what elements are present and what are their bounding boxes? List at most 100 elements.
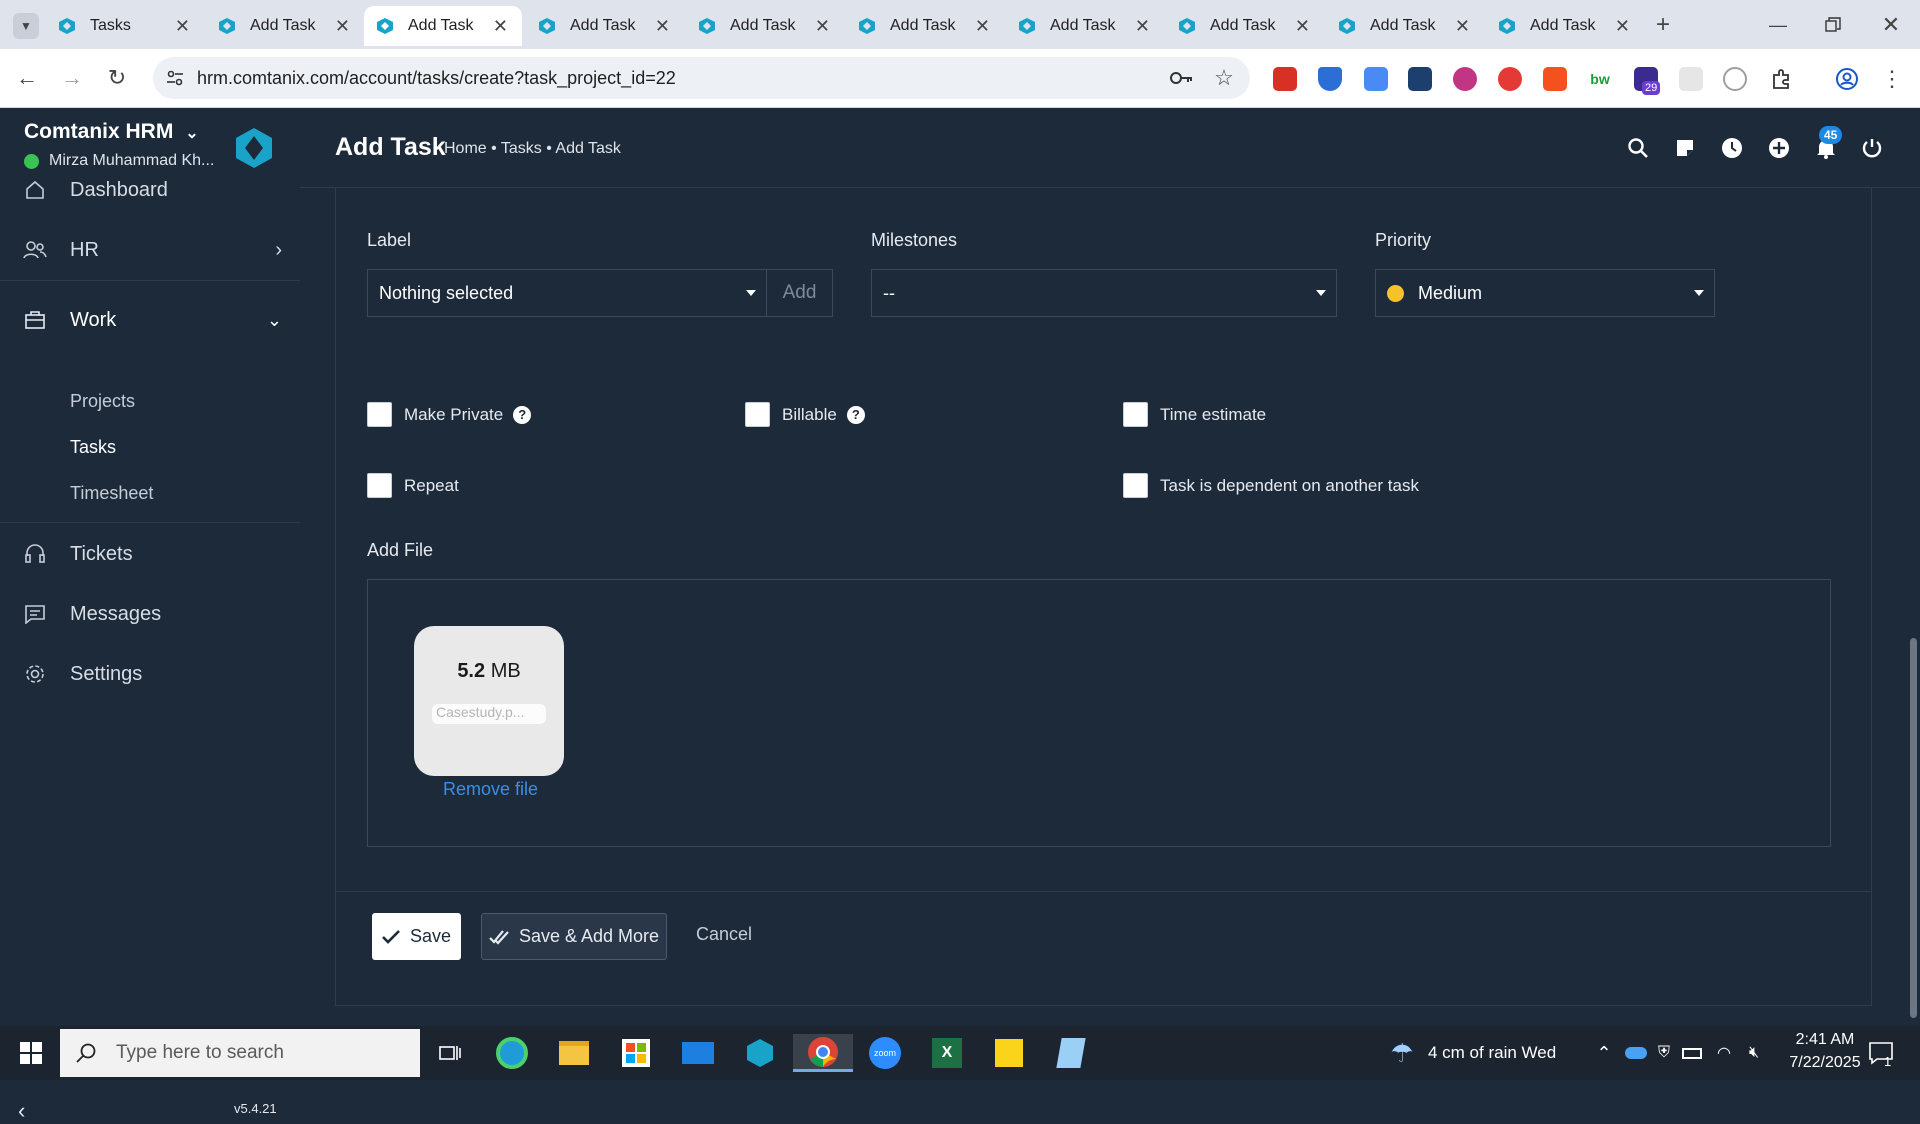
shield-extension-icon[interactable] <box>1318 67 1342 91</box>
zoom-icon[interactable]: zoom <box>866 1034 904 1072</box>
weather-text[interactable]: 4 cm of rain Wed <box>1428 1043 1556 1063</box>
checkbox-box[interactable] <box>1123 402 1148 427</box>
dependent-task-checkbox[interactable]: Task is dependent on another task <box>1123 473 1419 498</box>
browser-tab[interactable]: Add Task ✕ <box>526 6 684 46</box>
close-tab-icon[interactable]: ✕ <box>1135 16 1150 37</box>
browser-tab[interactable]: Add Task ✕ <box>1006 6 1164 46</box>
notifications-icon[interactable] <box>1862 1034 1900 1072</box>
checkbox-box[interactable] <box>367 402 392 427</box>
browser-tab[interactable]: Add Task ✕ <box>846 6 1004 46</box>
browser-tab[interactable]: Tasks ✕ <box>46 6 204 46</box>
browser-tab[interactable]: Add Task ✕ <box>686 6 844 46</box>
browser-tab[interactable]: Add Task ✕ <box>364 6 522 46</box>
save-button[interactable]: Save <box>372 913 461 960</box>
mail-icon[interactable] <box>679 1034 717 1072</box>
sidebar-item-messages[interactable]: Messages <box>0 590 300 638</box>
restore-window-icon[interactable] <box>1821 13 1845 37</box>
reload-icon[interactable]: ↻ <box>105 65 129 90</box>
help-icon[interactable]: ? <box>846 405 865 424</box>
clock-time[interactable]: 2:41 AM <box>1785 1031 1865 1049</box>
taskbar-search-input[interactable]: Type here to search <box>60 1029 420 1077</box>
browser-tab[interactable]: Add Task ✕ <box>1486 6 1644 46</box>
priority-select[interactable]: Medium <box>1375 269 1715 317</box>
volume-muted-icon[interactable]: 🔇︎ <box>1735 1034 1773 1072</box>
repeat-checkbox[interactable]: Repeat <box>367 473 459 498</box>
minimize-window-icon[interactable]: — <box>1766 13 1790 37</box>
clock-date[interactable]: 7/22/2025 <box>1775 1054 1875 1072</box>
clock-icon[interactable] <box>1718 134 1746 162</box>
sidebar-item-tickets[interactable]: Tickets <box>0 530 300 578</box>
address-bar[interactable]: hrm.comtanix.com/account/tasks/create?ta… <box>153 57 1250 99</box>
site-info-icon[interactable] <box>163 66 187 90</box>
profile-icon[interactable] <box>1835 67 1859 91</box>
notepad-icon[interactable] <box>1052 1034 1090 1072</box>
sticky-note-icon[interactable] <box>1671 134 1699 162</box>
camera-extension-icon[interactable] <box>1453 67 1477 91</box>
billable-checkbox[interactable]: Billable ? <box>745 402 865 427</box>
brand-name[interactable]: Comtanix HRM ⌄ <box>24 120 199 144</box>
back-icon[interactable]: ← <box>15 65 39 90</box>
bookmark-star-icon[interactable]: ☆ <box>1212 65 1236 90</box>
forward-icon[interactable]: → <box>60 65 84 90</box>
milestones-select[interactable]: -- <box>871 269 1337 317</box>
excel-icon[interactable]: X <box>928 1034 966 1072</box>
tab-list-icon[interactable]: ▼ <box>13 13 39 39</box>
chrome-icon[interactable] <box>793 1034 853 1072</box>
microsoft-store-icon[interactable] <box>617 1034 655 1072</box>
close-tab-icon[interactable]: ✕ <box>1455 16 1470 37</box>
label-select[interactable]: Nothing selected <box>367 269 767 317</box>
save-and-add-more-button[interactable]: Save & Add More <box>481 913 667 960</box>
hrm-app-icon[interactable] <box>741 1034 779 1072</box>
sticky-notes-icon[interactable] <box>990 1034 1028 1072</box>
checkbox-box[interactable] <box>367 473 392 498</box>
browser-tab[interactable]: Add Task ✕ <box>1166 6 1324 46</box>
make-private-checkbox[interactable]: Make Private ? <box>367 402 532 427</box>
time-estimate-checkbox[interactable]: Time estimate <box>1123 402 1266 427</box>
chevron-down-icon[interactable]: ⌄ <box>185 125 198 142</box>
cancel-button[interactable]: Cancel <box>696 924 752 945</box>
compass-extension-icon[interactable] <box>1723 67 1747 91</box>
browser-tab[interactable]: Add Task ✕ <box>1326 6 1484 46</box>
sidebar-subitem-timesheet[interactable]: Timesheet <box>70 483 153 504</box>
close-tab-icon[interactable]: ✕ <box>493 16 508 37</box>
sidebar-item-settings[interactable]: Settings <box>0 650 300 698</box>
sidebar-item-hr[interactable]: HR › <box>0 226 300 274</box>
pokeball-extension-icon[interactable] <box>1498 67 1522 91</box>
sidebar-item-work[interactable]: Work ⌄ <box>0 296 300 344</box>
file-explorer-icon[interactable] <box>555 1034 593 1072</box>
breadcrumb[interactable]: Home • Tasks • Add Task <box>444 140 621 158</box>
search-icon[interactable] <box>1624 134 1652 162</box>
close-tab-icon[interactable]: ✕ <box>815 16 830 37</box>
close-tab-icon[interactable]: ✕ <box>975 16 990 37</box>
add-circle-icon[interactable] <box>1765 134 1793 162</box>
url-text[interactable]: hrm.comtanix.com/account/tasks/create?ta… <box>197 68 676 89</box>
page-scrollbar[interactable] <box>1908 188 1920 1026</box>
bw-extension-icon[interactable]: bw <box>1588 67 1612 91</box>
file-dropzone[interactable]: 5.2 MB Casestudy.p... Remove file <box>367 579 1831 847</box>
acrobat-extension-icon[interactable] <box>1273 67 1297 91</box>
sidebar-subitem-projects[interactable]: Projects <box>70 391 135 412</box>
close-tab-icon[interactable]: ✕ <box>335 16 350 37</box>
checkbox-box[interactable] <box>1123 473 1148 498</box>
browser-menu-icon[interactable]: ⋮ <box>1880 66 1904 91</box>
help-icon[interactable]: ? <box>513 405 532 424</box>
power-icon[interactable] <box>1858 134 1886 162</box>
remove-file-link[interactable]: Remove file <box>443 779 538 800</box>
browser-tab[interactable]: Add Task ✕ <box>206 6 364 46</box>
collapse-sidebar-icon[interactable]: ‹ <box>18 1098 25 1124</box>
edge-browser-icon[interactable] <box>493 1034 531 1072</box>
percent-extension-icon[interactable] <box>1543 67 1567 91</box>
extensions-puzzle-icon[interactable] <box>1770 67 1794 91</box>
password-key-icon[interactable] <box>1169 66 1193 90</box>
document-extension-icon[interactable] <box>1364 67 1388 91</box>
scrollbar-thumb[interactable] <box>1910 638 1917 1018</box>
checkbox-box[interactable] <box>745 402 770 427</box>
blank-extension-icon[interactable] <box>1679 67 1703 91</box>
close-tab-icon[interactable]: ✕ <box>1295 16 1310 37</box>
windows-start-icon[interactable] <box>12 1034 50 1072</box>
close-window-icon[interactable]: ✕ <box>1879 12 1903 37</box>
close-tab-icon[interactable]: ✕ <box>655 16 670 37</box>
sidebar-item-dashboard[interactable]: Dashboard <box>0 166 300 214</box>
folder-extension-icon[interactable] <box>1408 67 1432 91</box>
sidebar-subitem-tasks[interactable]: Tasks <box>70 437 116 458</box>
